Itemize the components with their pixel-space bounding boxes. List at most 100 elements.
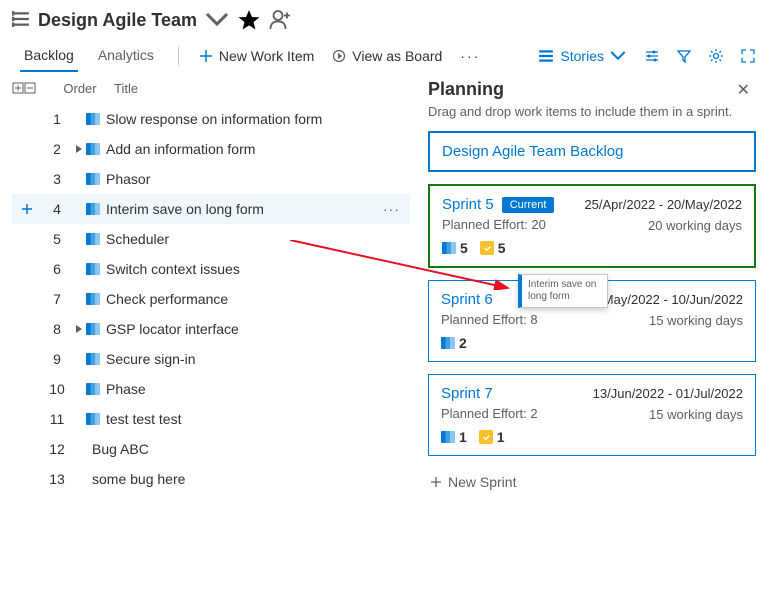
view-as-board-label: View as Board [352,48,442,64]
user-story-icon [86,113,100,125]
backlog-card-title[interactable]: Design Agile Team Backlog [442,143,624,160]
user-story-icon [86,263,100,275]
backlog-row[interactable]: 7Check performance [12,284,410,314]
team-chevron-down-icon[interactable] [205,8,229,32]
backlog-row[interactable]: 8GSP locator interface [12,314,410,344]
working-days-label: 15 working days [649,313,743,328]
column-header-title[interactable]: Title [110,81,410,96]
work-item-title[interactable]: Switch context issues [106,261,410,277]
work-item-title[interactable]: Secure sign-in [106,351,410,367]
work-item-title[interactable]: test test test [106,411,410,427]
view-tabs: Backlog Analytics [12,41,166,71]
task-count: 5 [480,240,506,256]
view-as-board-button[interactable]: View as Board [324,44,450,68]
backlog-level-label: Stories [560,48,604,64]
row-order: 6 [42,261,72,277]
row-add-button[interactable] [12,203,42,215]
backlog-row[interactable]: 10 Phase [12,374,410,404]
work-item-title[interactable]: Scheduler [106,231,410,247]
row-order: 13 [42,471,72,487]
expand-caret-icon[interactable] [72,145,86,153]
story-count: 5 [442,240,468,256]
work-item-title[interactable]: Slow response on information form [106,111,410,127]
row-order: 5 [42,231,72,247]
toolbar-right: Stories [530,42,762,70]
backlog-row[interactable]: 9Secure sign-in [12,344,410,374]
work-item-title[interactable]: Phasor [106,171,410,187]
row-order: 11 [42,411,72,427]
row-order: 12 [42,441,72,457]
expand-caret-icon[interactable] [72,325,86,333]
separator [178,47,179,65]
backlog-nav-icon [12,10,30,31]
new-sprint-label: New Sprint [448,474,516,490]
sprint-dates: 23/May/2022 - 10/Jun/2022 [585,292,743,307]
sprint-dates: 13/Jun/2022 - 01/Jul/2022 [593,386,743,401]
backlog-level-selector[interactable]: Stories [530,44,634,68]
work-item-title[interactable]: Check performance [106,291,410,307]
sprint-name-link[interactable]: Sprint 7 [441,385,493,402]
backlog-row[interactable]: 12 Bug ABC [12,434,410,464]
planning-subtitle: Drag and drop work items to include them… [428,104,756,119]
team-members-icon[interactable] [269,8,293,32]
story-count: 1 [441,429,467,445]
backlog-row[interactable]: 13 some bug here [12,464,410,494]
backlog-grid: Order Title 1Slow response on informatio… [12,72,410,496]
backlog-row[interactable]: 1Slow response on information form [12,104,410,134]
sprint-name-link[interactable]: Sprint 5 [442,196,494,213]
tab-backlog[interactable]: Backlog [12,41,86,71]
new-work-item-button[interactable]: New Work Item [191,44,322,68]
sprint-name-link[interactable]: Sprint 6 [441,291,493,308]
work-item-title[interactable]: Interim save on long form [106,201,383,217]
column-header-order[interactable]: Order [50,81,110,96]
new-sprint-button[interactable]: New Sprint [428,468,518,496]
sprint-card[interactable]: Sprint 5Current25/Apr/2022 - 20/May/2022… [428,184,756,268]
backlog-row[interactable]: 4 Interim save on long form··· [12,194,410,224]
backlog-drop-card[interactable]: Design Agile Team Backlog [428,131,756,172]
user-story-icon [86,413,100,425]
user-story-icon [86,143,100,155]
backlog-row[interactable]: 6 Switch context issues [12,254,410,284]
settings-gear-icon[interactable] [702,42,730,70]
main-content: Order Title 1Slow response on informatio… [0,72,774,496]
tab-analytics[interactable]: Analytics [86,41,166,71]
row-order: 10 [42,381,72,397]
row-context-menu-button[interactable]: ··· [383,201,410,217]
backlog-row[interactable]: 11 test test test [12,404,410,434]
task-icon [479,430,493,444]
favorite-star-icon[interactable] [237,8,261,32]
row-order: 4 [42,201,72,217]
work-item-title[interactable]: Phase [106,381,410,397]
user-story-icon [86,353,100,365]
work-item-title[interactable]: some bug here [92,471,410,487]
expand-collapse-icons[interactable] [12,82,40,94]
user-story-icon [86,203,100,215]
user-story-icon [86,173,100,185]
work-item-title[interactable]: Bug ABC [92,441,410,457]
filter-icon[interactable] [670,42,698,70]
user-story-icon [441,337,455,349]
new-work-item-label: New Work Item [219,48,314,64]
user-story-icon [86,323,100,335]
drag-ghost-item: Interim save on long form [518,274,608,308]
task-icon [480,241,494,255]
view-options-icon[interactable] [638,42,666,70]
fullscreen-icon[interactable] [734,42,762,70]
toolbar: Backlog Analytics New Work Item View as … [0,36,774,72]
more-actions-button[interactable]: ··· [452,44,488,68]
sprint-card[interactable]: Sprint 713/Jun/2022 - 01/Jul/2022Planned… [428,374,756,456]
task-count: 1 [479,429,505,445]
row-order: 2 [42,141,72,157]
backlog-row[interactable]: 5 Scheduler [12,224,410,254]
work-item-title[interactable]: GSP locator interface [106,321,410,337]
planning-title: Planning [428,79,504,100]
table-header: Order Title [12,72,410,104]
user-story-icon [442,242,456,254]
close-panel-button[interactable]: ✕ [731,78,756,102]
backlog-row[interactable]: 3Phasor [12,164,410,194]
backlog-row[interactable]: 2 Add an information form [12,134,410,164]
work-item-title[interactable]: Add an information form [106,141,410,157]
page-title: Design Agile Team [38,10,197,31]
page-header: Design Agile Team [0,0,774,36]
working-days-label: 15 working days [649,407,743,422]
